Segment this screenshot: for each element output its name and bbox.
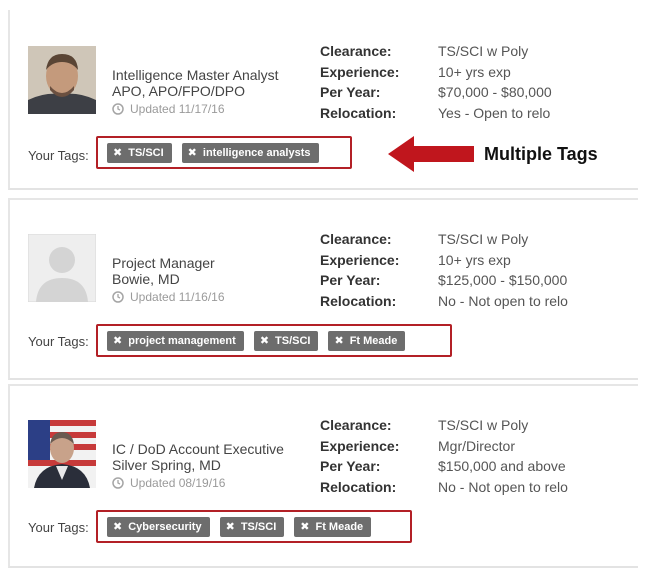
clock-icon <box>112 477 124 492</box>
close-x-icon[interactable]: ✖ <box>300 521 309 533</box>
tag-chip[interactable]: ✖ TS/SCI <box>253 331 319 351</box>
candidate-photo[interactable] <box>28 420 96 488</box>
close-x-icon[interactable]: ✖ <box>188 147 197 159</box>
tags-highlight-box: ✖ project management ✖ TS/SCI ✖ Ft Meade <box>96 324 452 357</box>
candidate-location: APO, APO/FPO/DPO <box>112 83 246 99</box>
close-x-icon[interactable]: ✖ <box>226 521 235 533</box>
candidate-photo[interactable] <box>28 46 96 114</box>
clearance-value: TS/SCI w Poly <box>438 417 529 433</box>
close-x-icon[interactable]: ✖ <box>113 147 122 159</box>
experience-label: Experience: <box>320 437 400 454</box>
relocation-value: No - Not open to relo <box>438 478 568 495</box>
clearance-value: TS/SCI w Poly <box>438 231 529 247</box>
relocation-value: No - Not open to relo <box>438 292 568 309</box>
tag-chip[interactable]: ✖ Ft Meade <box>328 331 406 351</box>
tag-chip[interactable]: ✖ Ft Meade <box>294 517 372 537</box>
candidate-location: Bowie, MD <box>112 271 180 287</box>
tag-label: Ft Meade <box>349 335 398 347</box>
candidate-details: Clearance: TS/SCI w Poly Experience: 10+ y… <box>320 231 568 313</box>
per-year-value: $125,000 - $150,000 <box>438 272 568 288</box>
updated-date: Updated 11/17/16 <box>112 102 225 118</box>
close-x-icon[interactable]: ✖ <box>113 335 122 347</box>
your-tags-label: Your Tags: <box>28 148 89 163</box>
tag-label: TS/SCI <box>275 335 311 347</box>
relocation-label: Relocation: <box>320 478 397 495</box>
tag-label: TS/SCI <box>240 521 277 533</box>
clock-icon <box>112 103 124 118</box>
relocation-label: Relocation: <box>320 104 397 121</box>
tag-chip[interactable]: ✖ project management <box>107 331 244 351</box>
candidate-title[interactable]: IC / DoD Account Executive <box>112 441 284 457</box>
candidate-details: Clearance: TS/SCI w Poly Experience: 10+ y… <box>320 43 552 125</box>
your-tags-label: Your Tags: <box>28 334 89 349</box>
candidate-title[interactable]: Intelligence Master Analyst <box>112 67 279 83</box>
clock-icon <box>112 291 124 306</box>
tag-label: Cybersecurity <box>128 521 202 533</box>
candidate-card[interactable]: Project Manager Bowie, MD Updated 11/16/… <box>8 198 638 380</box>
candidate-card[interactable]: IC / DoD Account Executive Silver Spring… <box>8 384 638 568</box>
experience-value: Mgr/Director <box>438 437 516 454</box>
close-x-icon[interactable]: ✖ <box>334 335 343 347</box>
updated-text: Updated 08/19/16 <box>130 476 226 490</box>
per-year-label: Per Year: <box>320 272 381 288</box>
candidate-title[interactable]: Project Manager <box>112 255 215 271</box>
per-year-value: $150,000 and above <box>438 458 566 474</box>
tag-chip[interactable]: ✖ TS/SCI <box>107 143 172 163</box>
updated-text: Updated 11/17/16 <box>130 102 225 116</box>
per-year-value: $70,000 - $80,000 <box>438 84 552 100</box>
clearance-label: Clearance: <box>320 417 392 433</box>
candidate-location: Silver Spring, MD <box>112 457 221 473</box>
relocation-value: Yes - Open to relo <box>438 104 551 121</box>
tags-highlight-box: ✖ Cybersecurity ✖ TS/SCI ✖ Ft Meade <box>96 510 412 543</box>
close-x-icon[interactable]: ✖ <box>113 521 122 533</box>
tag-label: project management <box>128 335 236 347</box>
candidate-details: Clearance: TS/SCI w Poly Experience: Mgr/D… <box>320 417 568 499</box>
experience-label: Experience: <box>320 251 400 268</box>
tag-chip[interactable]: ✖ TS/SCI <box>219 517 285 537</box>
per-year-label: Per Year: <box>320 458 381 474</box>
updated-text: Updated 11/16/16 <box>130 290 225 304</box>
close-x-icon[interactable]: ✖ <box>260 335 269 347</box>
tag-label: Ft Meade <box>315 521 364 533</box>
experience-value: 10+ yrs exp <box>438 63 511 80</box>
updated-date: Updated 11/16/16 <box>112 290 225 306</box>
relocation-label: Relocation: <box>320 292 397 309</box>
experience-label: Experience: <box>320 63 400 80</box>
tags-highlight-box: ✖ TS/SCI ✖ intelligence analysts <box>96 136 352 169</box>
per-year-label: Per Year: <box>320 84 381 100</box>
tag-label: TS/SCI <box>128 147 164 159</box>
candidate-results-page: Intelligence Master Analyst APO, APO/FPO… <box>0 0 670 584</box>
clearance-value: TS/SCI w Poly <box>438 43 529 59</box>
updated-date: Updated 08/19/16 <box>112 476 225 492</box>
experience-value: 10+ yrs exp <box>438 251 511 268</box>
candidate-photo-placeholder[interactable] <box>28 234 96 302</box>
left-arrow-icon <box>388 136 474 172</box>
your-tags-label: Your Tags: <box>28 520 89 535</box>
clearance-label: Clearance: <box>320 43 392 59</box>
multiple-tags-annotation: Multiple Tags <box>484 144 598 164</box>
tag-chip[interactable]: ✖ Cybersecurity <box>107 517 210 537</box>
tag-chip[interactable]: ✖ intelligence analysts <box>181 143 319 163</box>
tag-label: intelligence analysts <box>202 147 311 159</box>
clearance-label: Clearance: <box>320 231 392 247</box>
